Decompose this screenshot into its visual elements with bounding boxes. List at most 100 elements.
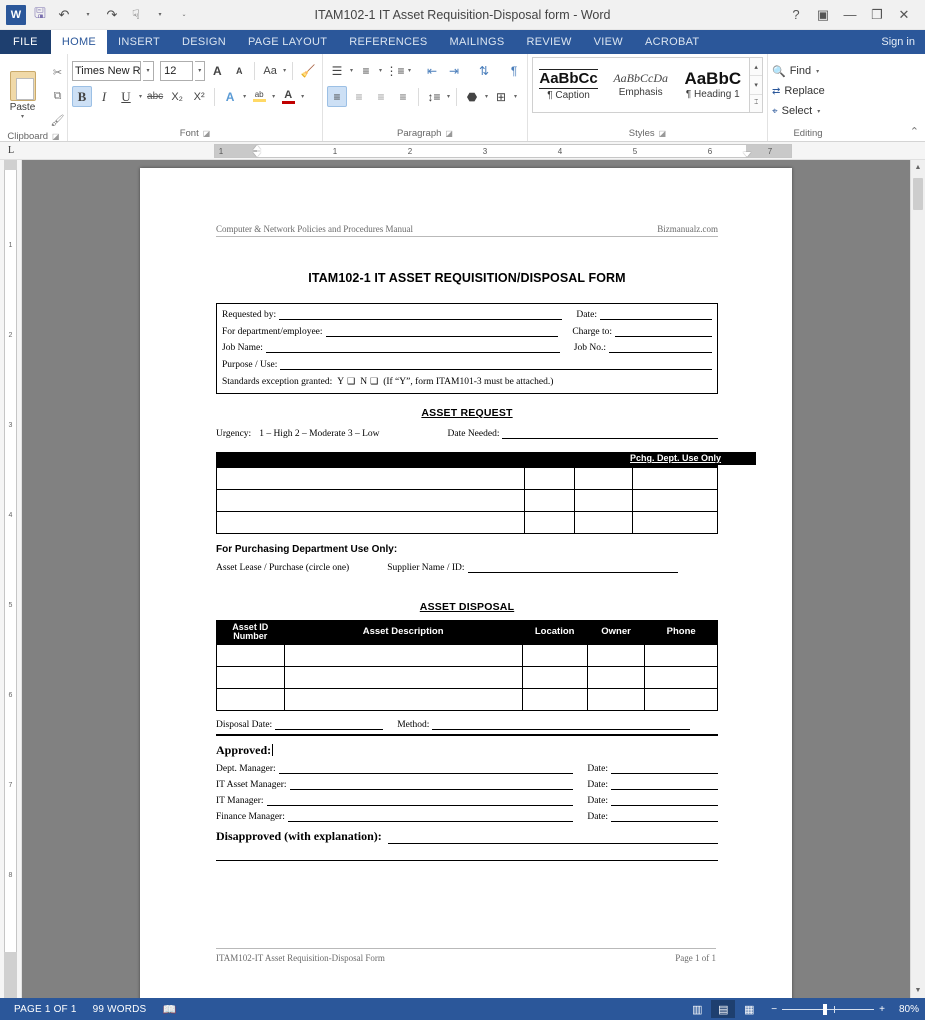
disapproved-field[interactable] [387,834,718,844]
word-count[interactable]: 99 WORDS [85,1004,155,1015]
shading-icon[interactable]: ⬣ [462,86,482,107]
table-row[interactable] [215,510,719,534]
touch-dropdown-icon[interactable]: ▾ [149,4,171,26]
align-center-icon[interactable]: ≡ [349,86,369,107]
zoom-thumb[interactable] [823,1003,828,1015]
clear-formatting-icon[interactable]: 🧹 [298,60,318,81]
bullets-dropdown-icon[interactable]: ▾ [349,67,354,74]
font-color-dropdown-icon[interactable]: ▾ [300,93,305,100]
paragraph-dialog-launcher-icon[interactable]: ◪ [445,129,453,138]
sign-in-button[interactable]: Sign in [871,30,925,54]
multilevel-dropdown-icon[interactable]: ▾ [407,67,412,74]
increase-indent-icon[interactable]: ⇥ [444,60,464,81]
style-emphasis[interactable]: AaBbCcDa Emphasis [605,58,677,112]
zoom-level[interactable]: 80% [895,1004,919,1015]
it-manager-date-field[interactable] [611,796,718,806]
first-line-indent-marker[interactable] [253,145,261,150]
word-app-icon[interactable]: W [5,4,27,26]
numbering-icon[interactable]: ≡ [356,60,376,81]
tab-review[interactable]: REVIEW [515,30,582,54]
it-asset-manager-date-field[interactable] [611,780,718,790]
asset-disposal-table[interactable]: Asset ID Number Asset Description Locati… [216,619,718,711]
disapproved-extra-line[interactable] [216,859,718,861]
date-field[interactable] [600,310,712,320]
department-field[interactable] [325,327,559,337]
scroll-up-icon[interactable]: ▲ [911,160,925,175]
text-effects-icon[interactable]: A [220,86,240,107]
justify-icon[interactable]: ≡ [393,86,413,107]
multilevel-list-icon[interactable]: ⋮≡ [385,60,405,81]
tab-insert[interactable]: INSERT [107,30,171,54]
help-icon[interactable]: ? [783,3,809,27]
styles-dialog-launcher-icon[interactable]: ◪ [659,129,667,138]
it-manager-field[interactable] [266,796,574,806]
save-icon[interactable]: 🖫 [29,4,51,26]
style-heading1[interactable]: AaBbC ¶ Heading 1 [677,58,749,112]
dept-manager-field[interactable] [278,764,574,774]
find-dropdown-icon[interactable]: ▾ [815,68,820,75]
highlight-dropdown-icon[interactable]: ▾ [271,93,276,100]
zoom-track[interactable] [782,1003,875,1015]
tab-design[interactable]: DESIGN [171,30,237,54]
tab-references[interactable]: REFERENCES [338,30,438,54]
cut-icon[interactable]: ✂ [48,62,68,83]
styles-scroll-up-icon[interactable]: ▴ [750,58,763,77]
align-left-icon[interactable]: ≡ [327,86,347,107]
requested-by-field[interactable] [279,310,563,320]
close-icon[interactable]: ✕ [891,3,917,27]
numbering-dropdown-icon[interactable]: ▾ [378,67,383,74]
line-spacing-icon[interactable]: ↕≡ [424,86,444,107]
hanging-indent-marker[interactable] [253,152,261,157]
strikethrough-button[interactable]: abc [145,86,165,107]
supplier-field[interactable] [467,563,678,573]
align-right-icon[interactable]: ≡ [371,86,391,107]
purpose-field[interactable] [280,360,712,370]
paste-button[interactable]: Paste ▾ [0,70,46,120]
superscript-button[interactable]: X² [189,86,209,107]
tab-stop-selector[interactable]: L [0,142,22,160]
replace-button[interactable]: ⇄ Replace [772,81,844,101]
paste-dropdown-icon[interactable]: ▾ [20,113,25,120]
select-button[interactable]: ⌖ Select ▾ [772,101,844,121]
tab-file[interactable]: FILE [0,30,51,54]
copy-icon[interactable]: ⧉ [48,86,68,107]
method-field[interactable] [432,720,691,730]
select-dropdown-icon[interactable]: ▾ [816,108,821,115]
change-case-dropdown-icon[interactable]: ▾ [282,67,287,74]
restore-icon[interactable]: ❐ [864,3,890,27]
text-effects-dropdown-icon[interactable]: ▾ [242,93,247,100]
date-needed-field[interactable] [502,429,718,439]
style-caption[interactable]: AaBbCc ¶ Caption [533,58,605,112]
scrollbar-thumb[interactable] [913,178,923,210]
bold-button[interactable]: B [72,86,92,107]
standards-yes-checkbox[interactable]: ❑ [344,376,355,387]
underline-dropdown-icon[interactable]: ▾ [138,93,143,100]
tab-page-layout[interactable]: PAGE LAYOUT [237,30,338,54]
format-painter-icon[interactable]: 🖌 [48,110,68,131]
borders-icon[interactable]: ⊞ [491,86,511,107]
font-name-input[interactable]: Times New R [72,60,142,81]
subscript-button[interactable]: X₂ [167,86,187,107]
styles-more-icon[interactable]: ⌶ [750,94,763,112]
table-row[interactable] [215,488,719,512]
finance-manager-field[interactable] [287,812,574,822]
redo-icon[interactable]: ↷ [101,4,123,26]
sort-icon[interactable]: ⇅ [474,60,494,81]
table-row[interactable] [216,665,718,689]
find-button[interactable]: 🔍 Find ▾ [772,61,844,81]
tab-acrobat[interactable]: ACROBAT [634,30,710,54]
page-indicator[interactable]: PAGE 1 OF 1 [6,1004,85,1015]
dept-manager-date-field[interactable] [611,764,718,774]
vertical-scrollbar[interactable]: ▲ ▼ [910,160,925,998]
job-no-field[interactable] [609,343,712,353]
vertical-ruler[interactable]: 1 2 3 4 5 6 7 8 [0,160,22,998]
charge-to-field[interactable] [615,327,712,337]
shrink-font-icon[interactable]: A [229,60,249,81]
underline-button[interactable]: U [116,86,136,107]
shading-dropdown-icon[interactable]: ▾ [484,93,489,100]
ribbon-display-options-icon[interactable]: ▣ [810,3,836,27]
document-page[interactable]: Computer & Network Policies and Procedur… [140,168,792,998]
font-size-dropdown-icon[interactable]: ▾ [195,60,206,81]
right-indent-marker[interactable] [743,152,751,157]
tab-home[interactable]: HOME [50,30,108,54]
